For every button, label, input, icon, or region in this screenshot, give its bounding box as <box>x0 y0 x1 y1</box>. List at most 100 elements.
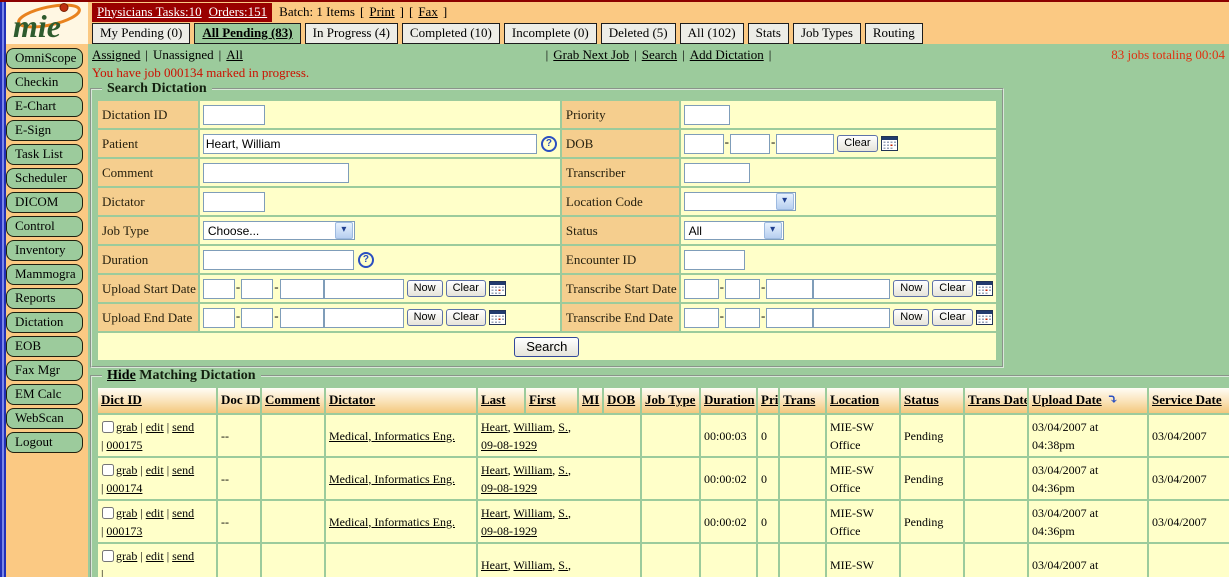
row-select-checkbox[interactable] <box>102 507 114 519</box>
transcribe-start-part3-input[interactable] <box>766 279 813 299</box>
upload-end-part3-input[interactable] <box>280 308 324 328</box>
transcribe-end-calendar-icon[interactable] <box>976 310 993 325</box>
sidebar-item-e-sign[interactable]: E-Sign <box>6 120 83 141</box>
dict-id-link[interactable]: 000173 <box>106 524 142 538</box>
column-header-duration[interactable]: Duration <box>701 388 756 413</box>
assigned-link[interactable]: Assigned <box>92 47 140 63</box>
patient-mi-link[interactable]: S. <box>558 558 568 572</box>
column-header-last[interactable]: Last <box>478 388 524 413</box>
column-header-label[interactable]: MI <box>582 392 599 407</box>
upload-end-now-button[interactable]: Now <box>407 309 443 326</box>
physicians-tasks-link[interactable]: Physicians Tasks:10 <box>97 4 202 20</box>
dob-part3-input[interactable] <box>776 134 834 154</box>
column-header-label[interactable]: Trans <box>783 392 815 407</box>
dictator-link[interactable]: Medical, Informatics Eng. <box>329 472 455 486</box>
column-header-label[interactable]: DOB <box>607 392 635 407</box>
orders-link[interactable]: Orders:151 <box>209 4 268 20</box>
dictation-id-input[interactable] <box>203 105 265 125</box>
tab-routing[interactable]: Routing <box>865 23 923 44</box>
upload-start-part2-input[interactable] <box>241 279 273 299</box>
dictator-link[interactable]: Medical, Informatics Eng. <box>329 429 455 443</box>
sidebar-item-checkin[interactable]: Checkin <box>6 72 83 93</box>
transcribe-end-clear-button[interactable]: Clear <box>932 309 972 326</box>
dob-clear-button[interactable]: Clear <box>837 135 877 152</box>
edit-link[interactable]: edit <box>146 420 164 434</box>
sidebar-item-webscan[interactable]: WebScan <box>6 408 83 429</box>
transcribe-end-time-input[interactable] <box>813 308 890 328</box>
column-header-label[interactable]: Comment <box>265 392 320 407</box>
print-link[interactable]: Print <box>369 4 394 20</box>
dictator-input[interactable] <box>203 192 265 212</box>
edit-link[interactable]: edit <box>146 463 164 477</box>
sidebar-item-control[interactable]: Control <box>6 216 83 237</box>
column-header-label[interactable]: Status <box>904 392 939 407</box>
column-header-label[interactable]: Upload Date <box>1032 392 1102 407</box>
column-header-comment[interactable]: Comment <box>262 388 324 413</box>
column-header-dict-id[interactable]: Dict ID <box>98 388 216 413</box>
patient-dob-link[interactable]: 09-08-1929 <box>481 481 537 495</box>
duration-help-icon[interactable]: ? <box>358 252 374 268</box>
transcriber-input[interactable] <box>684 163 750 183</box>
grab-link[interactable]: grab <box>116 506 137 520</box>
tab-my-pending-0[interactable]: My Pending (0) <box>92 23 190 44</box>
send-link[interactable]: send <box>172 506 194 520</box>
column-header-label[interactable]: Pri <box>761 392 778 407</box>
upload-end-clear-button[interactable]: Clear <box>446 309 486 326</box>
column-header-label[interactable]: Location <box>830 392 879 407</box>
edit-link[interactable]: edit <box>146 549 164 563</box>
sidebar-item-logout[interactable]: Logout <box>6 432 83 453</box>
column-header-label[interactable]: Dictator <box>329 392 375 407</box>
status-select[interactable]: All▾ <box>684 221 784 240</box>
column-header-mi[interactable]: MI <box>579 388 602 413</box>
upload-start-part3-input[interactable] <box>280 279 324 299</box>
mie-logo[interactable]: mie <box>6 2 88 44</box>
dict-id-link[interactable]: 000174 <box>106 481 142 495</box>
column-header-status[interactable]: Status <box>901 388 963 413</box>
transcribe-start-clear-button[interactable]: Clear <box>932 280 972 297</box>
patient-dob-link[interactable]: 09-08-1929 <box>481 524 537 538</box>
row-select-checkbox[interactable] <box>102 421 114 433</box>
edit-link[interactable]: edit <box>146 506 164 520</box>
patient-last-link[interactable]: Heart <box>481 420 508 434</box>
sidebar-item-mammogra[interactable]: Mammogra <box>6 264 83 285</box>
send-link[interactable]: send <box>172 549 194 563</box>
transcribe-end-now-button[interactable]: Now <box>893 309 929 326</box>
column-header-label[interactable]: First <box>529 392 556 407</box>
tab-all-pending-83[interactable]: All Pending (83) <box>194 23 300 44</box>
fax-link[interactable]: Fax <box>418 4 438 20</box>
column-header-first[interactable]: First <box>526 388 577 413</box>
location-code-select[interactable]: ▾ <box>684 192 796 211</box>
column-header-dob[interactable]: DOB <box>604 388 640 413</box>
transcribe-start-time-input[interactable] <box>813 279 890 299</box>
patient-help-icon[interactable]: ? <box>541 136 557 152</box>
tab-job-types[interactable]: Job Types <box>793 23 861 44</box>
send-link[interactable]: send <box>172 463 194 477</box>
column-header-service-date[interactable]: Service Date <box>1149 388 1229 413</box>
search-link[interactable]: Search <box>642 47 677 63</box>
sidebar-item-fax-mgr[interactable]: Fax Mgr <box>6 360 83 381</box>
grab-link[interactable]: grab <box>116 549 137 563</box>
transcribe-end-part3-input[interactable] <box>766 308 813 328</box>
duration-input[interactable] <box>203 250 354 270</box>
sidebar-item-dicom[interactable]: DICOM <box>6 192 83 213</box>
transcribe-start-part2-input[interactable] <box>725 279 760 299</box>
sidebar-item-task-list[interactable]: Task List <box>6 144 83 165</box>
column-header-trans[interactable]: Trans <box>780 388 825 413</box>
sidebar-item-inventory[interactable]: Inventory <box>6 240 83 261</box>
patient-mi-link[interactable]: S. <box>558 463 568 477</box>
grab-link[interactable]: grab <box>116 420 137 434</box>
upload-start-part1-input[interactable] <box>203 279 235 299</box>
add-dictation-link[interactable]: Add Dictation <box>690 47 764 63</box>
sidebar-item-dictation[interactable]: Dictation <box>6 312 83 333</box>
column-header-trans-date[interactable]: Trans Date <box>965 388 1027 413</box>
column-header-pri[interactable]: Pri <box>758 388 778 413</box>
patient-first-link[interactable]: William <box>513 420 552 434</box>
dob-calendar-icon[interactable] <box>881 136 898 151</box>
patient-mi-link[interactable]: S. <box>558 420 568 434</box>
patient-input[interactable] <box>203 134 537 154</box>
upload-start-time-input[interactable] <box>324 279 404 299</box>
patient-last-link[interactable]: Heart <box>481 506 508 520</box>
grab-next-job-link[interactable]: Grab Next Job <box>553 47 629 63</box>
upload-start-calendar-icon[interactable] <box>489 281 506 296</box>
column-header-label[interactable]: Trans Date <box>968 392 1027 407</box>
